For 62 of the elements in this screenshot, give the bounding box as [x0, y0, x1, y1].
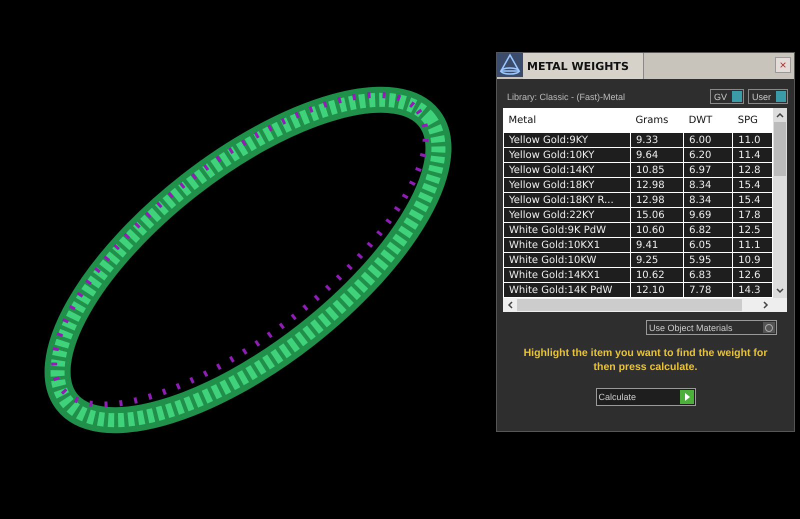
table-cell: 12.98 — [630, 192, 684, 208]
table-cell: Yellow Gold:22KY — [504, 208, 630, 222]
table-cell: 10.60 — [630, 222, 684, 238]
table-cell: 15.06 — [630, 208, 684, 222]
table-cell: 10.62 — [630, 268, 684, 282]
table-cell: 6.20 — [684, 148, 733, 162]
table-cell: 7.78 — [684, 282, 733, 298]
play-icon — [680, 390, 694, 404]
table-cell: Yellow Gold:18KY R... — [504, 192, 630, 208]
toggle-switch[interactable]: GV — [710, 89, 744, 104]
table-cell: 12.6 — [732, 268, 773, 282]
vertical-scrollbar[interactable] — [773, 108, 787, 298]
table-cell: 12.98 — [630, 178, 684, 192]
horizontal-scrollbar[interactable] — [503, 298, 787, 312]
table-cell: 9.64 — [630, 148, 684, 162]
table-cell: 6.00 — [684, 132, 733, 148]
table-cell: Yellow Gold:10KY — [504, 148, 630, 162]
use-object-materials-toggle[interactable]: Use Object Materials — [646, 320, 777, 335]
scrollbar-thumb[interactable] — [774, 122, 786, 176]
table-cell: White Gold:14K PdW — [504, 282, 630, 298]
table-cell: 15.4 — [732, 192, 773, 208]
table-cell: 6.97 — [684, 162, 733, 178]
table-cell: 6.82 — [684, 222, 733, 238]
chevron-down-icon[interactable] — [776, 288, 784, 294]
scrollbar-thumb[interactable] — [517, 299, 742, 311]
table-cell: 6.83 — [684, 268, 733, 282]
table-cell: White Gold:10KW — [504, 252, 630, 268]
table-cell: 6.05 — [684, 238, 733, 252]
table-cell: 9.41 — [630, 238, 684, 252]
chevron-left-icon[interactable] — [507, 301, 513, 309]
table-cell: 10.9 — [732, 252, 773, 268]
table-cell: Yellow Gold:14KY — [504, 162, 630, 178]
table-cell: 9.69 — [684, 208, 733, 222]
table-cell: 14.3 — [732, 282, 773, 298]
table-cell: White Gold:10KX1 — [504, 238, 630, 252]
table-cell: Yellow Gold:9KY — [504, 132, 630, 148]
table-cell: Yellow Gold:18KY — [504, 178, 630, 192]
table-cell: 5.95 — [684, 252, 733, 268]
table-cell: White Gold:14KX1 — [504, 268, 630, 282]
cone-icon — [497, 53, 523, 77]
library-label: Library: Classic - (Fast)-Metal — [507, 92, 626, 102]
chevron-right-icon[interactable] — [763, 301, 769, 309]
table-cell: 9.25 — [630, 252, 684, 268]
table-cell: 9.33 — [630, 132, 684, 148]
close-button[interactable]: × — [775, 57, 791, 73]
table-cell: 10.85 — [630, 162, 684, 178]
table-cell: 12.8 — [732, 162, 773, 178]
toggle-switch[interactable]: User — [748, 89, 788, 104]
table-cell: 15.4 — [732, 178, 773, 192]
table-cell: 11.0 — [732, 132, 773, 148]
table-cell: White Gold:9K PdW — [504, 222, 630, 238]
table-cell: 8.34 — [684, 192, 733, 208]
table-cell: 8.34 — [684, 178, 733, 192]
table-cell: 11.4 — [732, 148, 773, 162]
table-cell: 12.5 — [732, 222, 773, 238]
window-title: METAL WEIGHTS — [527, 60, 629, 73]
table-cell: 17.8 — [732, 208, 773, 222]
chevron-up-icon[interactable] — [776, 112, 784, 118]
instruction-text: Highlight the item you want to find the weight for then press calculate. — [522, 347, 768, 374]
table-cell: 12.10 — [630, 282, 684, 298]
calculate-button[interactable]: Calculate — [596, 388, 696, 406]
table-cell: 11.1 — [732, 238, 773, 252]
